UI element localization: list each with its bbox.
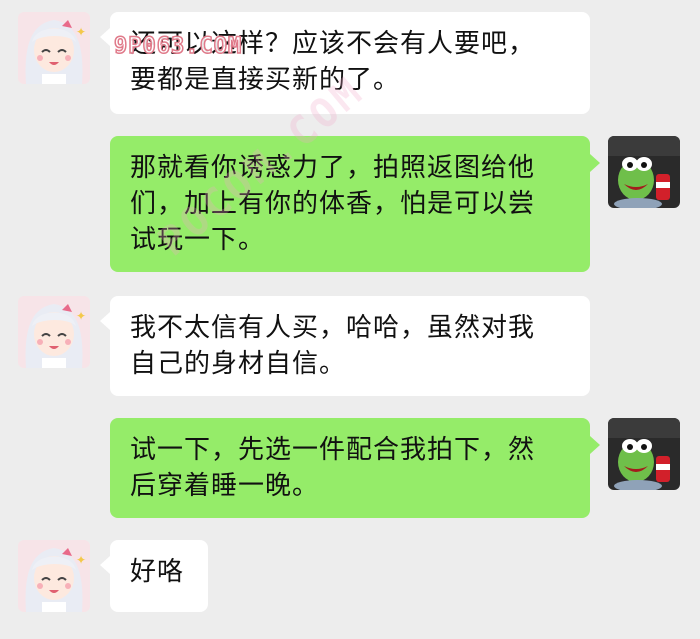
contact-avatar[interactable]: ✦ — [18, 540, 90, 612]
message-bubble-incoming[interactable]: 还可以这样？应该不会有人要吧， 要都是直接买新的了。 — [110, 12, 590, 114]
svg-text:✦: ✦ — [76, 309, 86, 323]
svg-text:✦: ✦ — [76, 25, 86, 39]
green-frog-avatar-icon — [608, 418, 680, 490]
self-avatar[interactable] — [608, 136, 680, 208]
message-bubble-outgoing[interactable]: 那就看你诱惑力了，拍照返图给他 们，加上有你的体香，怕是可以尝 试玩一下。 — [110, 136, 590, 272]
self-avatar[interactable] — [608, 418, 680, 490]
anime-girl-avatar-icon: ✦ — [18, 540, 90, 612]
anime-girl-avatar-icon: ✦ — [18, 12, 90, 84]
message-bubble-outgoing[interactable]: 试一下，先选一件配合我拍下，然 后穿着睡一晚。 — [110, 418, 590, 518]
message-bubble-incoming[interactable]: 好咯 — [110, 540, 208, 612]
contact-avatar[interactable]: ✦ — [18, 296, 90, 368]
contact-avatar[interactable]: ✦ — [18, 12, 90, 84]
svg-text:✦: ✦ — [76, 553, 86, 567]
message-bubble-incoming[interactable]: 我不太信有人买，哈哈，虽然对我 自己的身材自信。 — [110, 296, 590, 396]
green-frog-avatar-icon — [608, 136, 680, 208]
anime-girl-avatar-icon: ✦ — [18, 296, 90, 368]
